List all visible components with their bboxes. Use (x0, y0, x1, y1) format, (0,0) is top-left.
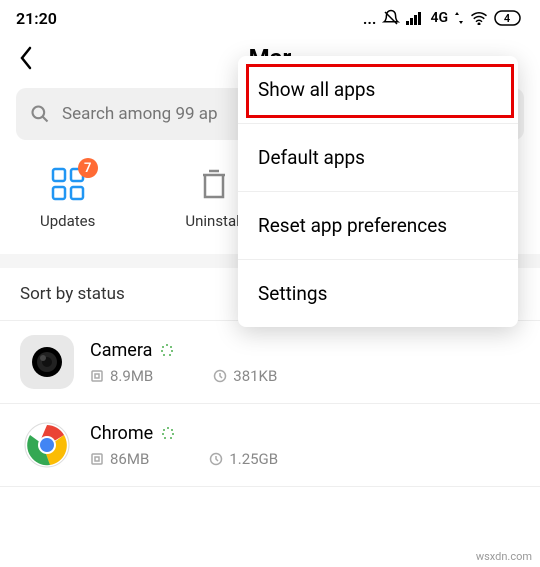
camera-app-icon (20, 335, 74, 389)
battery-icon: 4 (494, 10, 524, 26)
apk-size: 8.9MB (110, 367, 153, 385)
app-info: Camera 8.9MB (90, 340, 520, 385)
uninstall-label: Uninstall (185, 212, 243, 230)
app-row-camera[interactable]: Camera 8.9MB (0, 321, 540, 404)
app-info: Chrome 86MB (90, 423, 520, 468)
chrome-app-icon (20, 418, 74, 472)
menu-reset-preferences[interactable]: Reset app preferences (238, 192, 518, 260)
menu-settings[interactable]: Settings (238, 260, 518, 327)
uninstall-button[interactable]: Uninstall (185, 164, 243, 230)
mute-icon (382, 9, 400, 27)
status-bar: 21:20 ... 4G 4 (0, 0, 540, 36)
updates-badge: 7 (78, 158, 98, 178)
svg-text:4: 4 (504, 12, 510, 25)
storage-icon (209, 452, 223, 466)
status-time: 21:20 (16, 9, 57, 28)
updates-icon: 7 (48, 164, 88, 204)
storage-size: 381KB (233, 367, 277, 385)
storage-size: 1.25GB (229, 450, 278, 468)
updates-button[interactable]: 7 Updates (40, 164, 95, 230)
menu-show-all-apps[interactable]: Show all apps (238, 56, 518, 124)
storage-icon (213, 369, 227, 383)
watermark: wsxdn.com (476, 550, 532, 563)
search-icon (30, 104, 50, 124)
overflow-menu: Show all apps Default apps Reset app pre… (238, 56, 518, 327)
status-dots-icon: ... (363, 9, 377, 28)
data-arrows-icon (454, 11, 464, 25)
loading-icon (161, 426, 175, 440)
apk-icon (90, 369, 104, 383)
signal-icon (406, 11, 424, 25)
menu-default-apps[interactable]: Default apps (238, 124, 518, 192)
apk-size: 86MB (110, 450, 149, 468)
app-name: Camera (90, 340, 152, 361)
trash-icon (194, 164, 234, 204)
wifi-icon (470, 11, 488, 25)
network-label: 4G (430, 10, 448, 26)
status-right: ... 4G 4 (363, 9, 524, 28)
app-row-chrome[interactable]: Chrome 86MB (0, 404, 540, 487)
loading-icon (160, 343, 174, 357)
updates-label: Updates (40, 212, 95, 230)
sort-label: Sort by status (20, 284, 125, 304)
app-name: Chrome (90, 423, 153, 444)
apk-icon (90, 452, 104, 466)
